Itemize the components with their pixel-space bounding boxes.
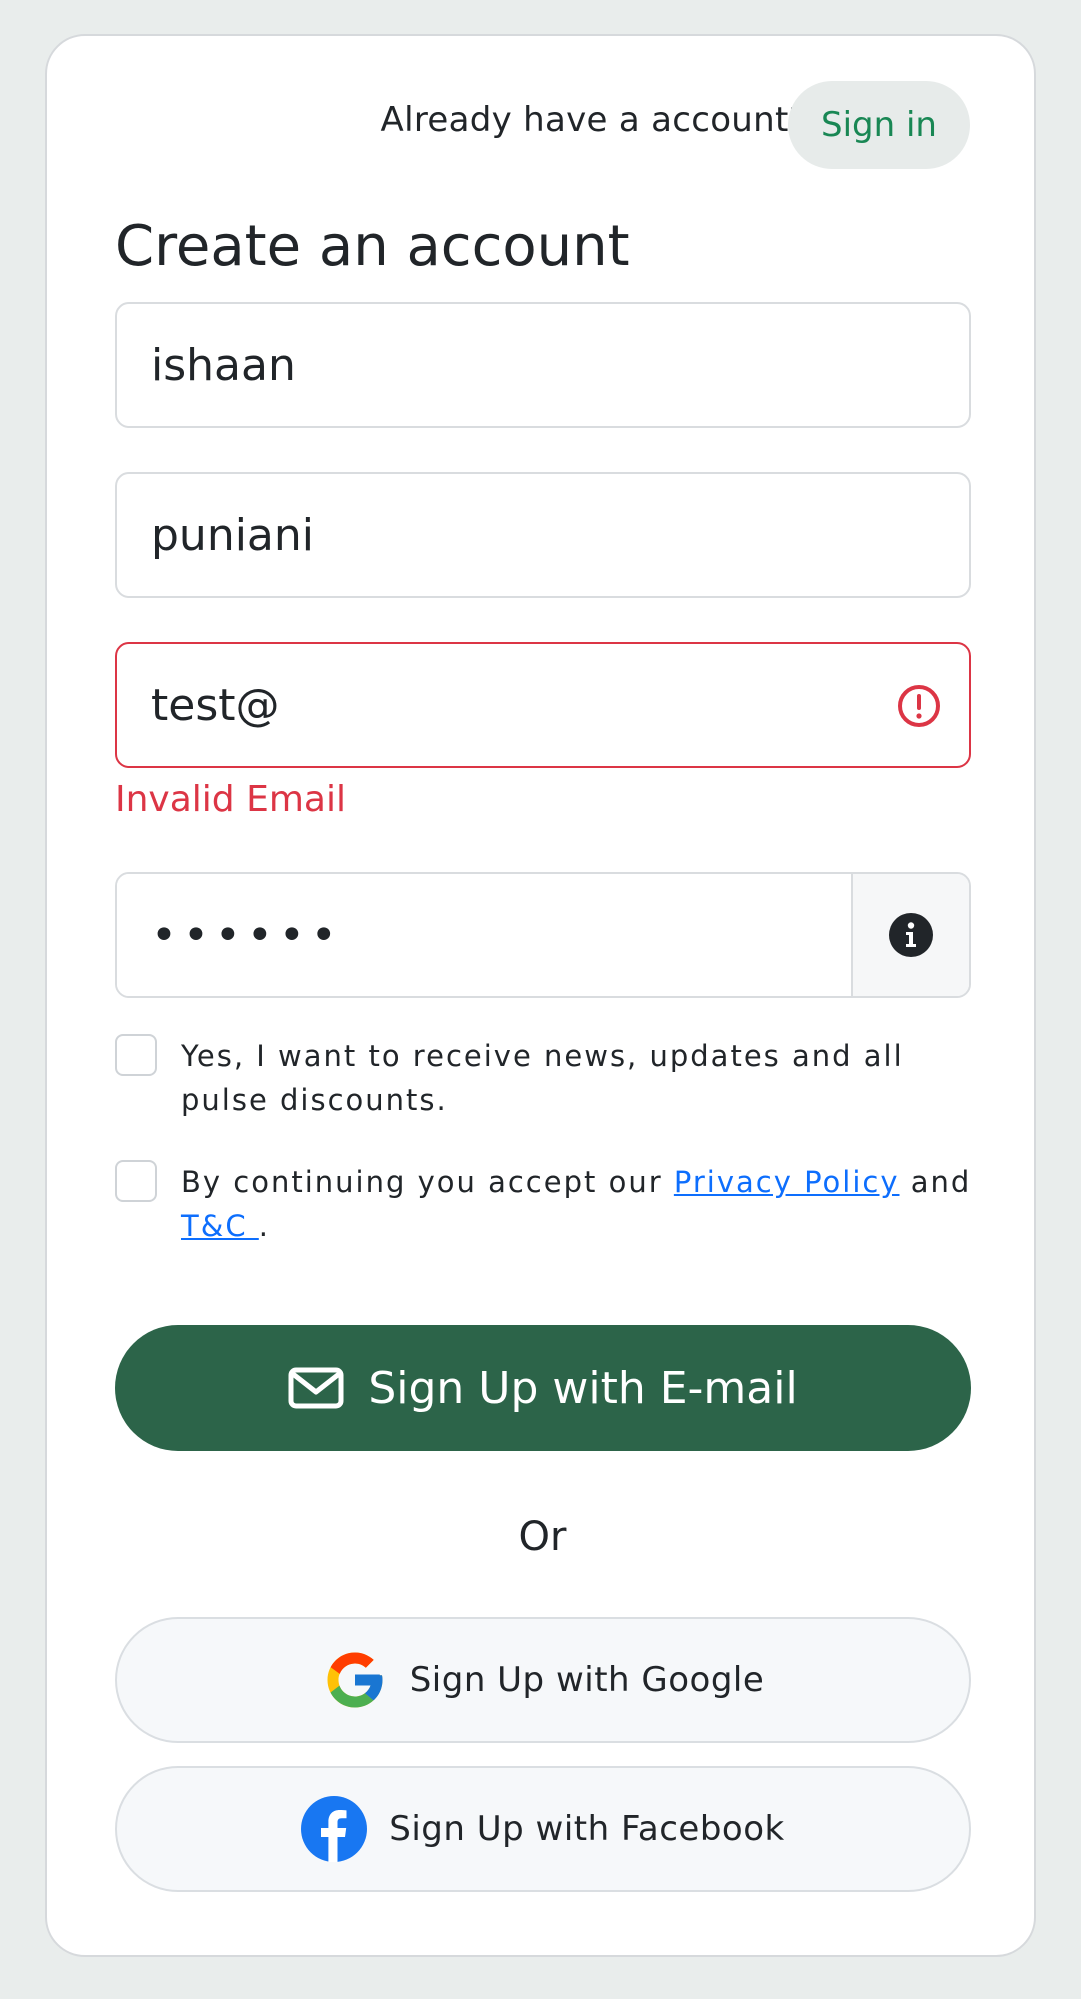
first-name-input[interactable]: ishaan [115, 302, 971, 428]
terms-label: By continuing you accept our Privacy Pol… [181, 1160, 975, 1248]
terms-checkbox[interactable] [115, 1160, 157, 1202]
sign-in-button[interactable]: Sign in [788, 81, 970, 169]
email-input[interactable]: test@ [115, 642, 971, 768]
first-name-value: ishaan [151, 339, 296, 391]
terms-row: By continuing you accept our Privacy Pol… [115, 1160, 975, 1248]
error-icon [898, 685, 940, 727]
last-name-value: puniani [151, 509, 315, 561]
newsletter-label: Yes, I want to receive news, updates and… [181, 1039, 904, 1117]
google-signup-label: Sign Up with Google [409, 1660, 765, 1700]
google-signup-button[interactable]: Sign Up with Google [115, 1617, 971, 1743]
email-signup-button[interactable]: Sign Up with E-mail [115, 1325, 971, 1451]
google-icon [327, 1652, 383, 1708]
facebook-icon [301, 1796, 368, 1862]
last-name-input[interactable]: puniani [115, 472, 971, 598]
page-title: Create an account [115, 214, 630, 279]
password-input[interactable]: •••••• [117, 874, 851, 996]
facebook-signup-label: Sign Up with Facebook [389, 1809, 785, 1849]
facebook-signup-button[interactable]: Sign Up with Facebook [115, 1766, 971, 1892]
newsletter-checkbox[interactable] [115, 1034, 157, 1076]
privacy-policy-link[interactable]: Privacy Policy [674, 1165, 900, 1199]
email-signup-label: Sign Up with E-mail [368, 1362, 798, 1414]
email-error-message: Invalid Email [115, 779, 346, 820]
password-group: •••••• [115, 872, 971, 998]
signup-card: Already have a account? Sign in Create a… [45, 34, 1036, 1957]
envelope-icon [288, 1367, 344, 1409]
info-icon [889, 913, 933, 957]
terms-mid: and [899, 1165, 972, 1199]
terms-suffix: . [258, 1209, 271, 1243]
password-info-button[interactable] [851, 874, 969, 996]
password-value: •••••• [151, 909, 343, 961]
email-value: test@ [151, 679, 280, 731]
terms-prefix: By continuing you accept our [181, 1165, 674, 1199]
tc-link[interactable]: T&C [181, 1209, 259, 1243]
newsletter-row: Yes, I want to receive news, updates and… [115, 1034, 975, 1122]
already-have-account-text: Already have a account? [380, 100, 807, 140]
or-divider-text: Or [518, 1514, 567, 1560]
